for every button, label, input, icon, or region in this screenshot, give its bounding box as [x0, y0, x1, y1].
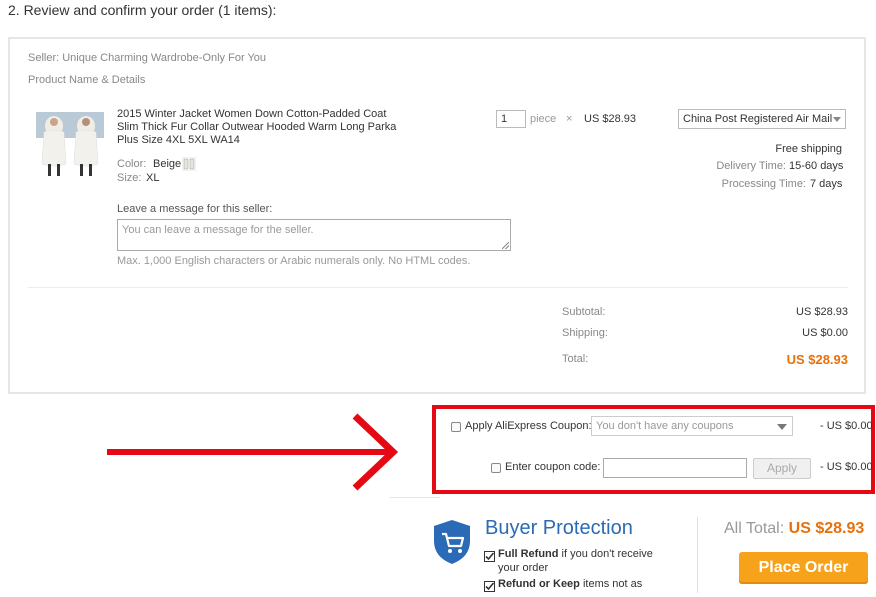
color-value: Beige	[153, 158, 182, 170]
protection-line-2: Refund or Keep items not as	[498, 578, 642, 590]
message-hint: Max. 1,000 English characters or Arabic …	[117, 255, 471, 267]
coupon-code-label: Enter coupon code:	[505, 461, 601, 473]
step-title: 2. Review and confirm your order (1 item…	[8, 2, 277, 18]
divider	[697, 517, 698, 593]
coupon-discount: - US $0.00	[820, 420, 873, 432]
apply-coupon-checkbox[interactable]	[451, 422, 461, 432]
shipping-label: Shipping:	[562, 327, 608, 339]
place-order-button[interactable]: Place Order	[739, 552, 868, 584]
refund-or-keep-text: Refund or Keep	[498, 578, 580, 590]
total-value: US $28.93	[786, 352, 848, 367]
coupon-select-value: You don't have any coupons	[596, 420, 734, 432]
coupon-code-discount: - US $0.00	[820, 461, 873, 473]
divider	[28, 287, 848, 288]
subtotal-label: Subtotal:	[562, 306, 606, 318]
coupon-code-input[interactable]	[603, 458, 747, 478]
quantity-input[interactable]	[496, 110, 526, 128]
message-label: Leave a message for this seller:	[117, 203, 273, 215]
shield-cart-icon	[432, 519, 472, 565]
delivery-time-value: 15-60 days	[789, 160, 844, 172]
buyer-protection-title: Buyer Protection	[485, 517, 633, 539]
seller-message-textarea[interactable]: You can leave a message for the seller.	[117, 219, 511, 251]
order-panel	[8, 37, 866, 394]
full-refund-text: Full Refund	[498, 548, 559, 560]
product-name-link[interactable]: 2015 Winter Jacket Women Down Cotton-Pad…	[117, 108, 397, 147]
protection-line-1: Full Refund if you don't receive	[498, 548, 653, 560]
delivery-time-label: Delivery Time:	[716, 160, 786, 172]
refund-or-keep-rest: items not as	[579, 578, 643, 590]
unit-price: US $28.93	[584, 113, 636, 125]
coupon-code-checkbox[interactable]	[491, 463, 501, 473]
seller-name: Seller: Unique Charming Wardrobe-Only Fo…	[28, 52, 267, 64]
chevron-down-icon	[833, 117, 841, 122]
divider	[390, 497, 440, 498]
shipping-method-select[interactable]: China Post Registered Air Mail	[678, 109, 846, 129]
quantity-unit: piece	[530, 113, 557, 125]
chevron-down-icon	[777, 424, 787, 430]
all-total-label: All Total:	[724, 520, 785, 537]
all-total: All Total: US $28.93	[724, 520, 864, 538]
size-value: XL	[146, 172, 160, 184]
shipping-method-value: China Post Registered Air Mail	[683, 113, 833, 125]
apply-coupon-label: Apply AliExpress Coupon:	[465, 420, 592, 432]
message-placeholder: You can leave a message for the seller.	[122, 224, 314, 236]
processing-time-label: Processing Time:	[721, 178, 806, 190]
protection-line-1-cont: your order	[498, 562, 549, 574]
size-label: Size:	[117, 172, 142, 184]
shipping-value: US $0.00	[802, 327, 848, 339]
processing-time-value: 7 days	[810, 178, 843, 190]
subtotal-value: US $28.93	[796, 306, 848, 318]
total-label: Total:	[562, 353, 589, 365]
coupon-select[interactable]: You don't have any coupons	[591, 416, 793, 436]
resize-handle-icon[interactable]	[502, 242, 509, 249]
product-thumbnail[interactable]	[34, 108, 106, 180]
annotation-arrow-icon	[105, 412, 405, 492]
times-sign: ×	[566, 113, 573, 125]
checkmark-icon	[484, 549, 495, 562]
color-swatch-icon	[181, 156, 197, 172]
all-total-value: US $28.93	[788, 520, 865, 537]
apply-coupon-button[interactable]: Apply	[753, 458, 811, 479]
product-header: Product Name & Details	[28, 74, 146, 86]
full-refund-rest: if you don't receive	[558, 548, 653, 560]
checkmark-icon	[484, 579, 495, 592]
color-label: Color:	[117, 158, 147, 170]
free-shipping-text: Free shipping	[775, 143, 842, 155]
